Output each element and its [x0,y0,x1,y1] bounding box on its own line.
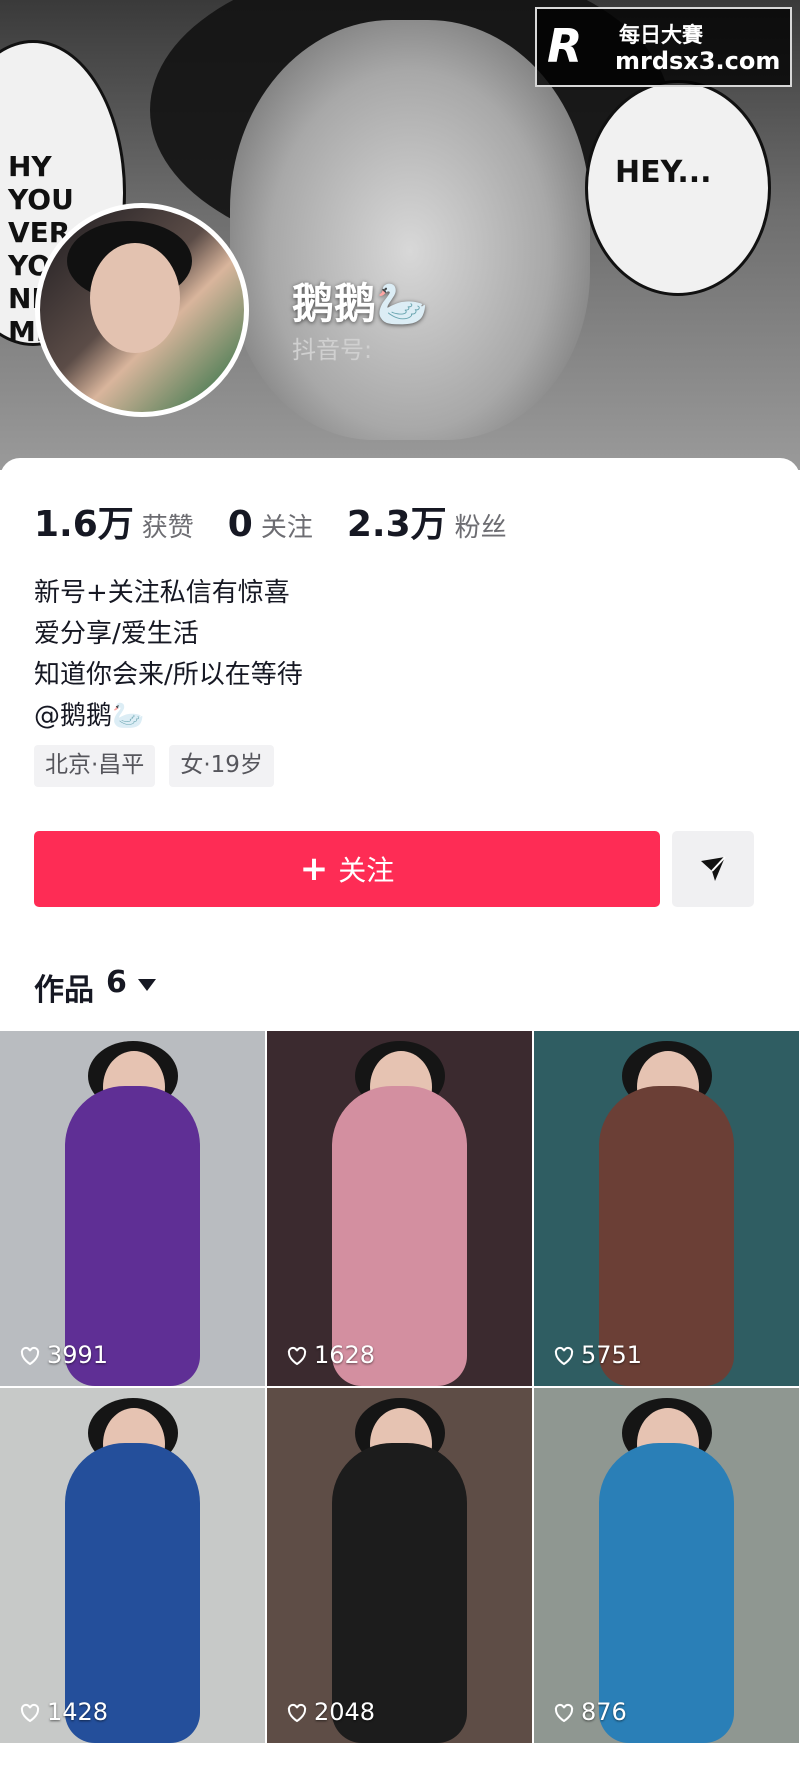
profile-bio: 新号+关注私信有惊喜 爱分享/爱生活 知道你会来/所以在等待 @鹅鹅🦢 [34,573,684,737]
follow-button-label: 关注 [338,854,395,887]
video-like-count: 3991 [18,1341,108,1369]
works-grid: 3991 1628 5751 1428 2048 876 [0,1031,800,1768]
profile-avatar[interactable] [35,203,249,417]
like-count-text: 876 [581,1698,627,1726]
work-thumbnail[interactable]: 1628 [267,1031,532,1386]
watermark: R 每日大賽 mrdsx3.com [535,7,792,87]
following-count[interactable]: 0 [228,504,253,545]
work-thumbnail[interactable]: 3991 [0,1031,265,1386]
profile-stats: 1.6万 获赞 0 关注 2.3万 粉丝 [34,495,634,545]
profile-nickname: 鹅鹅🦢 [292,279,429,328]
profile-tags: 北京·昌平 女·19岁 [34,745,274,787]
work-thumbnail[interactable]: 1428 [0,1388,265,1743]
like-count-text: 2048 [314,1698,376,1726]
avatar-face [90,243,180,353]
like-count-text: 1428 [47,1698,109,1726]
follow-button[interactable]: + 关注 [34,831,660,907]
heart-icon [554,1346,574,1366]
heart-icon [20,1346,40,1366]
speech-bubble-right-text: HEY... [615,155,712,190]
watermark-url: mrdsx3.com [615,47,781,75]
video-like-count: 1628 [285,1341,375,1369]
heart-icon [554,1703,574,1723]
video-like-count: 2048 [285,1698,375,1726]
plus-icon: + [299,849,329,889]
watermark-title: 每日大賽 [619,23,703,47]
work-thumbnail[interactable]: 876 [534,1388,799,1743]
heart-icon [287,1703,307,1723]
bio-mention[interactable]: @鹅鹅🦢 [34,696,684,737]
likes-count[interactable]: 1.6万 [34,495,134,547]
work-thumbnail[interactable]: 5751 [534,1031,799,1386]
heart-icon [287,1346,307,1366]
video-like-count: 1428 [18,1698,108,1726]
works-count[interactable]: 6 [106,965,127,1000]
like-count-text: 1628 [314,1341,376,1369]
like-count-text: 3991 [47,1341,109,1369]
work-thumbnail[interactable]: 2048 [267,1388,532,1743]
send-icon [701,856,726,881]
likes-label[interactable]: 获赞 [142,507,194,544]
dropdown-triangle-icon[interactable] [138,979,156,991]
watermark-logo: R [547,19,583,73]
profile-header-background: HY YOU VER YOU ND ME HEY... R 每日大賽 mrdsx… [0,0,800,470]
following-label[interactable]: 关注 [261,507,313,544]
location-tag: 北京·昌平 [34,745,156,787]
send-message-button[interactable] [672,831,754,907]
video-like-count: 5751 [552,1341,642,1369]
bio-line: 新号+关注私信有惊喜 [34,578,290,608]
bio-line: 爱分享/爱生活 [34,619,199,649]
followers-label[interactable]: 粉丝 [455,507,507,544]
heart-icon [20,1703,40,1723]
works-tab-title[interactable]: 作品 [34,965,94,1009]
video-like-count: 876 [552,1698,627,1726]
bio-line: 知道你会来/所以在等待 [34,660,303,690]
like-count-text: 5751 [581,1341,643,1369]
douyin-id-label: 抖音号: [292,336,373,364]
gender-age-tag: 女·19岁 [169,745,274,787]
followers-count[interactable]: 2.3万 [347,495,447,547]
